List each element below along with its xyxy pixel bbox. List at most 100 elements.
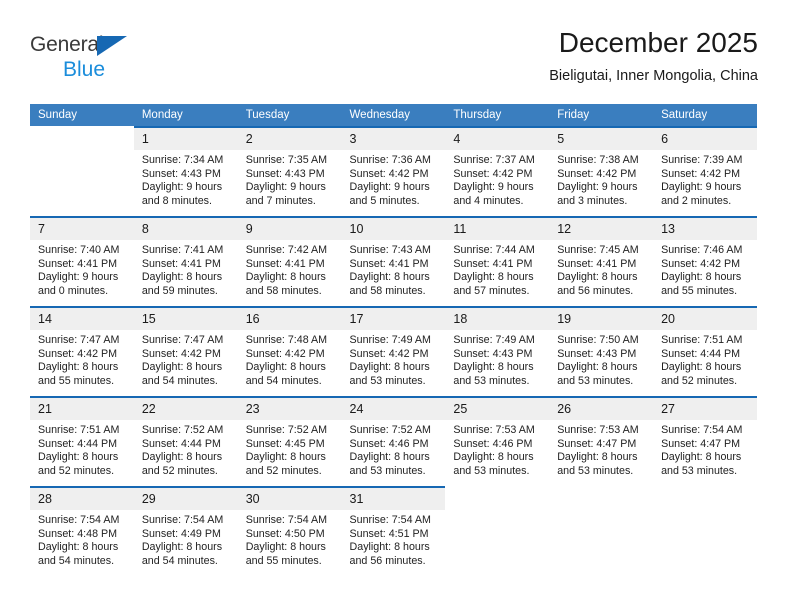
daylight-text-line2: and 57 minutes. [453, 284, 530, 297]
calendar-day-cell[interactable]: 18 Sunrise: 7:49 AM Sunset: 4:43 PM Dayligh… [445, 306, 550, 396]
calendar-day-cell[interactable]: 17 Sunrise: 7:49 AM Sunset: 4:42 PM Dayligh… [341, 306, 446, 396]
calendar-day-cell[interactable]: 9 Sunrise: 7:42 AM Sunset: 4:41 PM Daylight… [237, 216, 342, 306]
calendar-day-cell[interactable]: 29 Sunrise: 7:54 AM Sunset: 4:49 PM Dayligh… [133, 486, 238, 576]
sunrise-text: Sunrise: 7:54 AM [661, 424, 743, 436]
calendar-week-row: 1 Sunrise: 7:34 AM Sunset: 4:43 PM Daylight… [30, 126, 757, 216]
sunrise-text: Sunrise: 7:40 AM [38, 244, 120, 256]
calendar-day-cell[interactable]: 20 Sunrise: 7:51 AM Sunset: 4:44 PM Dayligh… [653, 306, 757, 396]
sunset-text: Sunset: 4:42 PM [349, 347, 429, 360]
page-subtitle-location: Bieligutai, Inner Mongolia, China [549, 68, 758, 84]
calendar-day-cell[interactable]: 16 Sunrise: 7:48 AM Sunset: 4:42 PM Dayligh… [237, 306, 342, 396]
calendar-day-cell[interactable]: 15 Sunrise: 7:47 AM Sunset: 4:42 PM Dayligh… [133, 306, 238, 396]
calendar-day-cell[interactable]: 28 Sunrise: 7:54 AM Sunset: 4:48 PM Dayligh… [30, 486, 134, 576]
calendar-day-cell[interactable]: 23 Sunrise: 7:52 AM Sunset: 4:45 PM Dayligh… [237, 396, 342, 486]
calendar-day-cell[interactable]: 11 Sunrise: 7:44 AM Sunset: 4:41 PM Dayligh… [445, 216, 550, 306]
daylight-text-line1: Daylight: 8 hours [661, 451, 742, 464]
calendar-day-cell[interactable]: 24 Sunrise: 7:52 AM Sunset: 4:46 PM Dayligh… [341, 396, 446, 486]
daylight-text-line1: Daylight: 8 hours [141, 361, 223, 374]
calendar-week-row: 7 Sunrise: 7:40 AM Sunset: 4:41 PM Daylight… [30, 216, 757, 306]
calendar-empty-cell [30, 126, 134, 216]
daylight-text-line1: Daylight: 9 hours [557, 181, 638, 194]
sunrise-text: Sunrise: 7:52 AM [141, 424, 224, 436]
day-cell-inner: 2 Sunrise: 7:35 AM Sunset: 4:43 PM Daylight… [237, 126, 342, 216]
calendar-day-cell[interactable]: 3 Sunrise: 7:36 AM Sunset: 4:42 PM Daylight… [341, 126, 446, 216]
calendar-grid: Sunday Monday Tuesday Wednesday Thursday… [30, 104, 757, 576]
calendar-day-cell[interactable]: 12 Sunrise: 7:45 AM Sunset: 4:41 PM Dayligh… [549, 216, 654, 306]
day-cell-inner: 7 Sunrise: 7:40 AM Sunset: 4:41 PM Daylight… [30, 216, 134, 306]
calendar-day-cell[interactable]: 6 Sunrise: 7:39 AM Sunset: 4:42 PM Daylight… [653, 126, 757, 216]
day-cell-inner: 3 Sunrise: 7:36 AM Sunset: 4:42 PM Daylight… [341, 126, 446, 216]
calendar-day-cell[interactable]: 5 Sunrise: 7:38 AM Sunset: 4:42 PM Daylight… [549, 126, 654, 216]
sunrise-text: Sunrise: 7:36 AM [349, 154, 431, 166]
daylight-text-line1: Daylight: 9 hours [661, 181, 742, 194]
weekday-header-sunday: Sunday [30, 104, 134, 126]
daylight-text-line2: and 58 minutes. [349, 284, 426, 297]
calendar-day-cell[interactable]: 21 Sunrise: 7:51 AM Sunset: 4:44 PM Dayligh… [30, 396, 134, 486]
day-number: 24 [341, 398, 446, 420]
calendar-day-cell[interactable]: 30 Sunrise: 7:54 AM Sunset: 4:50 PM Dayligh… [237, 486, 342, 576]
general-blue-logo[interactable]: General Blue [30, 32, 150, 88]
day-number: 6 [653, 128, 757, 150]
day-number [30, 126, 134, 148]
daylight-text-line2: and 56 minutes. [557, 284, 634, 297]
calendar-day-cell[interactable]: 31 Sunrise: 7:54 AM Sunset: 4:51 PM Dayligh… [341, 486, 446, 576]
calendar-day-cell[interactable]: 8 Sunrise: 7:41 AM Sunset: 4:41 PM Daylight… [133, 216, 238, 306]
sunset-text: Sunset: 4:43 PM [453, 347, 533, 360]
daylight-text-line2: and 53 minutes. [453, 374, 530, 387]
logo-word-blue: Blue [63, 58, 106, 81]
calendar-day-cell[interactable]: 19 Sunrise: 7:50 AM Sunset: 4:43 PM Dayligh… [549, 306, 654, 396]
day-details: Sunrise: 7:54 AM Sunset: 4:50 PM Daylight:… [238, 510, 342, 568]
calendar-day-cell[interactable]: 1 Sunrise: 7:34 AM Sunset: 4:43 PM Daylight… [133, 126, 238, 216]
day-number: 10 [341, 218, 446, 240]
day-details: Sunrise: 7:51 AM Sunset: 4:44 PM Daylight:… [30, 420, 134, 478]
day-details: Sunrise: 7:52 AM Sunset: 4:44 PM Daylight:… [134, 420, 238, 478]
day-details: Sunrise: 7:34 AM Sunset: 4:43 PM Daylight:… [134, 150, 238, 208]
day-cell-inner: 16 Sunrise: 7:48 AM Sunset: 4:42 PM Dayligh… [237, 306, 342, 396]
daylight-text-line1: Daylight: 8 hours [557, 451, 638, 464]
day-details: Sunrise: 7:47 AM Sunset: 4:42 PM Daylight:… [134, 330, 238, 388]
daylight-text-line2: and 53 minutes. [453, 464, 530, 477]
sunrise-text: Sunrise: 7:44 AM [453, 244, 535, 256]
daylight-text-line2: and 52 minutes. [661, 374, 738, 387]
daylight-text-line1: Daylight: 9 hours [453, 181, 534, 194]
day-details: Sunrise: 7:52 AM Sunset: 4:45 PM Daylight:… [238, 420, 342, 478]
sunrise-text: Sunrise: 7:49 AM [453, 334, 535, 346]
daylight-text-line1: Daylight: 8 hours [245, 271, 326, 284]
day-cell-inner: 19 Sunrise: 7:50 AM Sunset: 4:43 PM Dayligh… [549, 306, 654, 396]
calendar-day-cell[interactable]: 14 Sunrise: 7:47 AM Sunset: 4:42 PM Dayligh… [30, 306, 134, 396]
calendar-day-cell[interactable]: 13 Sunrise: 7:46 AM Sunset: 4:42 PM Dayligh… [653, 216, 757, 306]
calendar-day-cell[interactable]: 7 Sunrise: 7:40 AM Sunset: 4:41 PM Daylight… [30, 216, 134, 306]
daylight-text-line1: Daylight: 8 hours [453, 451, 534, 464]
calendar-day-cell[interactable]: 10 Sunrise: 7:43 AM Sunset: 4:41 PM Dayligh… [341, 216, 446, 306]
sunset-text: Sunset: 4:41 PM [141, 257, 221, 270]
day-details: Sunrise: 7:49 AM Sunset: 4:42 PM Daylight:… [342, 330, 446, 388]
calendar-week-row: 21 Sunrise: 7:51 AM Sunset: 4:44 PM Dayligh… [30, 396, 757, 486]
daylight-text-line2: and 55 minutes. [661, 284, 738, 297]
calendar-day-cell[interactable]: 25 Sunrise: 7:53 AM Sunset: 4:46 PM Dayligh… [445, 396, 550, 486]
daylight-text-line1: Daylight: 8 hours [38, 451, 119, 464]
calendar-day-cell[interactable]: 4 Sunrise: 7:37 AM Sunset: 4:42 PM Daylight… [445, 126, 550, 216]
day-cell-inner: 26 Sunrise: 7:53 AM Sunset: 4:47 PM Dayligh… [549, 396, 654, 486]
day-details: Sunrise: 7:54 AM Sunset: 4:49 PM Daylight:… [134, 510, 238, 568]
sunrise-text: Sunrise: 7:37 AM [453, 154, 535, 166]
calendar-day-cell[interactable]: 22 Sunrise: 7:52 AM Sunset: 4:44 PM Dayligh… [133, 396, 238, 486]
weekday-header-monday: Monday [133, 104, 238, 126]
day-cell-inner: 21 Sunrise: 7:51 AM Sunset: 4:44 PM Dayligh… [30, 396, 134, 486]
daylight-text-line1: Daylight: 8 hours [349, 541, 430, 554]
daylight-text-line1: Daylight: 9 hours [349, 181, 430, 194]
sunset-text: Sunset: 4:44 PM [141, 437, 221, 450]
sunrise-text: Sunrise: 7:54 AM [141, 514, 224, 526]
sunset-text: Sunset: 4:44 PM [38, 437, 118, 450]
day-cell-inner: 9 Sunrise: 7:42 AM Sunset: 4:41 PM Daylight… [237, 216, 342, 306]
calendar-day-cell[interactable]: 2 Sunrise: 7:35 AM Sunset: 4:43 PM Daylight… [237, 126, 342, 216]
sunrise-text: Sunrise: 7:54 AM [245, 514, 328, 526]
daylight-text-line2: and 3 minutes. [557, 194, 628, 207]
day-cell-inner: 5 Sunrise: 7:38 AM Sunset: 4:42 PM Daylight… [549, 126, 654, 216]
calendar-day-cell[interactable]: 27 Sunrise: 7:54 AM Sunset: 4:47 PM Dayligh… [653, 396, 757, 486]
day-details: Sunrise: 7:51 AM Sunset: 4:44 PM Daylight:… [653, 330, 757, 388]
sunset-text: Sunset: 4:42 PM [557, 167, 637, 180]
calendar-day-cell[interactable]: 26 Sunrise: 7:53 AM Sunset: 4:47 PM Dayligh… [549, 396, 654, 486]
daylight-text-line2: and 53 minutes. [349, 464, 426, 477]
day-number: 29 [133, 488, 238, 510]
sunset-text: Sunset: 4:41 PM [245, 257, 325, 270]
